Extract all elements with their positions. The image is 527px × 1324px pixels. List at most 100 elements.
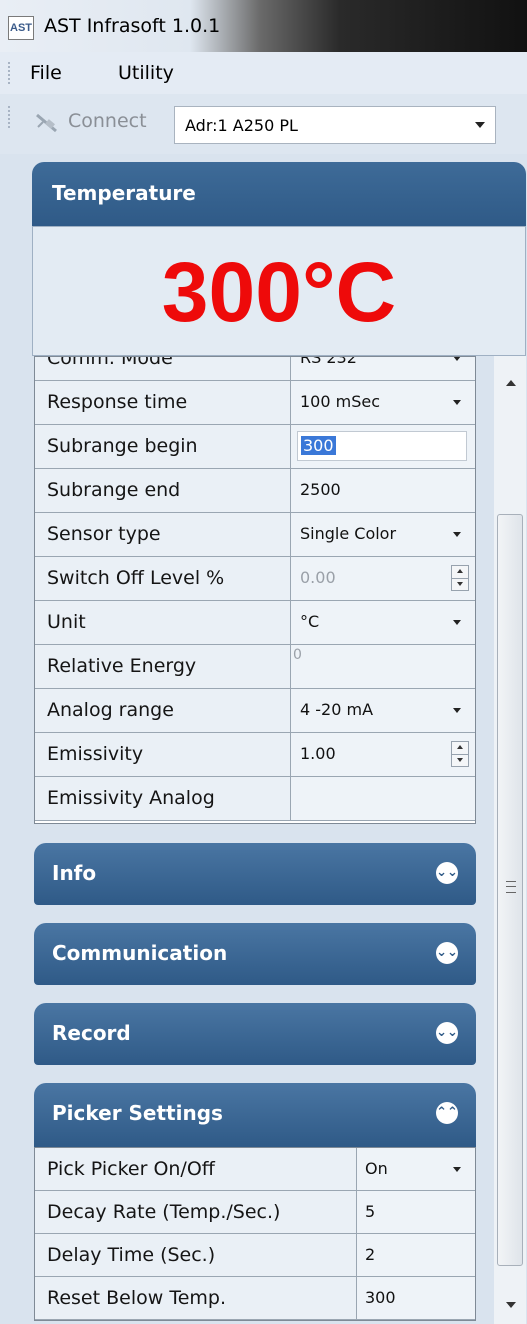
plug-icon <box>36 113 57 133</box>
property-name: Decay Rate (Temp./Sec.) <box>35 1191 357 1233</box>
property-value: 100 mSec <box>300 392 381 411</box>
property-row-unit[interactable]: Unit °C <box>35 601 475 645</box>
menu-bar: File Utility <box>0 52 527 94</box>
chevron-down-icon[interactable] <box>453 620 461 625</box>
app-logo-icon: AST <box>8 16 34 40</box>
property-name: Analog range <box>35 689 291 732</box>
property-value-cell[interactable]: 4 -20 mA <box>291 689 475 732</box>
property-row-comm-mode[interactable]: Comm. Mode RS 232 <box>35 356 475 381</box>
expand-chevron-icon[interactable]: ⌄⌄ <box>436 1022 458 1044</box>
chevron-down-icon[interactable] <box>453 1167 461 1172</box>
address-value: Adr:1 A250 PL <box>185 116 298 135</box>
property-row-analog-range[interactable]: Analog range 4 -20 mA <box>35 689 475 733</box>
section-title: Picker Settings <box>52 1101 223 1125</box>
expand-chevron-icon[interactable]: ⌄⌄ <box>436 942 458 964</box>
section-picker-settings-header[interactable]: Picker Settings ⌃⌃ <box>34 1083 476 1147</box>
property-value: 0.00 <box>300 568 336 587</box>
temperature-panel-header: Temperature <box>32 162 526 226</box>
picker-settings-grid: Pick Picker On/Off On Decay Rate (Temp./… <box>34 1147 476 1321</box>
property-value-cell[interactable]: 2500 <box>291 469 475 512</box>
property-row-emissivity[interactable]: Emissivity 1.00 <box>35 733 475 777</box>
property-value: On <box>365 1159 388 1178</box>
chevron-down-icon[interactable] <box>453 357 461 361</box>
property-value-cell[interactable]: On <box>357 1148 475 1190</box>
connect-button[interactable]: Connect <box>68 110 147 132</box>
picker-row-on-off[interactable]: Pick Picker On/Off On <box>35 1148 475 1191</box>
collapse-chevron-icon[interactable]: ⌃⌃ <box>436 1102 458 1124</box>
property-value-cell <box>291 777 475 820</box>
property-name: Switch Off Level % <box>35 557 291 600</box>
section-title: Record <box>52 1021 131 1045</box>
property-name: Subrange begin <box>35 425 291 468</box>
picker-row-decay-rate[interactable]: Decay Rate (Temp./Sec.) 5 <box>35 1191 475 1234</box>
scrollbar-thumb[interactable] <box>497 514 523 1266</box>
property-value: °C <box>300 612 320 631</box>
property-value: 1.00 <box>300 744 336 763</box>
property-row-relative-energy[interactable]: Relative Energy 0 <box>35 645 475 689</box>
property-name: Relative Energy <box>35 645 291 688</box>
temperature-value: 300°C <box>161 245 397 339</box>
menu-grip-icon <box>8 62 14 84</box>
property-value: 300 <box>365 1288 396 1307</box>
scroll-down-arrow-icon[interactable] <box>506 1302 516 1308</box>
grip-icon <box>506 881 516 893</box>
property-value: 2 <box>365 1245 376 1264</box>
temperature-panel-title: Temperature <box>52 181 196 205</box>
subrange-begin-input[interactable]: 300 <box>297 431 467 461</box>
property-name: Emissivity <box>35 733 291 776</box>
property-value-cell[interactable]: 0.00 <box>291 557 475 600</box>
selected-text: 300 <box>301 436 336 455</box>
property-row-subrange-end[interactable]: Subrange end 2500 <box>35 469 475 513</box>
property-value-cell: 0 <box>291 645 475 688</box>
vertical-scrollbar[interactable] <box>494 356 526 1324</box>
menu-utility[interactable]: Utility <box>118 62 174 84</box>
property-value-cell[interactable]: 100 mSec <box>291 381 475 424</box>
property-name: Pick Picker On/Off <box>35 1148 357 1190</box>
picker-row-reset-below-temp[interactable]: Reset Below Temp. 300 <box>35 1277 475 1320</box>
scroll-up-arrow-icon[interactable] <box>506 380 516 386</box>
property-value: 5 <box>365 1202 376 1221</box>
property-name: Emissivity Analog <box>35 777 291 820</box>
address-dropdown[interactable]: Adr:1 A250 PL <box>174 106 496 144</box>
property-row-subrange-begin[interactable]: Subrange begin 300 <box>35 425 475 469</box>
property-value: 4 -20 mA <box>300 700 374 719</box>
chevron-down-icon[interactable] <box>453 708 461 713</box>
section-communication-header[interactable]: Communication ⌄⌄ <box>34 923 476 985</box>
spinner-icon[interactable] <box>451 565 469 591</box>
section-info-header[interactable]: Info ⌄⌄ <box>34 843 476 905</box>
property-value-cell[interactable]: 1.00 <box>291 733 475 776</box>
chevron-down-icon[interactable] <box>453 400 461 405</box>
property-value-cell[interactable]: 5 <box>357 1191 475 1233</box>
property-name: Delay Time (Sec.) <box>35 1234 357 1276</box>
section-record-header[interactable]: Record ⌄⌄ <box>34 1003 476 1065</box>
spinner-icon[interactable] <box>451 741 469 767</box>
temperature-display: 300°C <box>32 226 526 356</box>
expand-chevron-icon[interactable]: ⌄⌄ <box>436 862 458 884</box>
property-value-cell[interactable]: Single Color <box>291 513 475 556</box>
property-value: RS 232 <box>300 356 357 367</box>
chevron-down-icon <box>475 122 485 128</box>
property-grid: Comm. Mode RS 232 Response time 100 mSec… <box>34 356 476 824</box>
title-bar: AST AST Infrasoft 1.0.1 <box>0 0 527 52</box>
property-value-cell[interactable]: 300 <box>291 425 475 468</box>
chevron-down-icon[interactable] <box>453 532 461 537</box>
property-name: Comm. Mode <box>35 357 291 380</box>
property-name: Subrange end <box>35 469 291 512</box>
toolbar-grip-icon <box>8 106 14 128</box>
property-row-emissivity-analog[interactable]: Emissivity Analog <box>35 777 475 821</box>
picker-row-delay-time[interactable]: Delay Time (Sec.) 2 <box>35 1234 475 1277</box>
property-row-sensor-type[interactable]: Sensor type Single Color <box>35 513 475 557</box>
property-name: Response time <box>35 381 291 424</box>
property-row-response-time[interactable]: Response time 100 mSec <box>35 381 475 425</box>
window-title: AST Infrasoft 1.0.1 <box>44 15 221 37</box>
property-value-cell[interactable]: 2 <box>357 1234 475 1276</box>
section-title: Communication <box>52 941 228 965</box>
property-row-switch-off-level[interactable]: Switch Off Level % 0.00 <box>35 557 475 601</box>
menu-file[interactable]: File <box>30 62 62 84</box>
property-name: Unit <box>35 601 291 644</box>
property-value-cell[interactable]: °C <box>291 601 475 644</box>
property-name: Sensor type <box>35 513 291 556</box>
property-value-cell[interactable]: RS 232 <box>291 356 475 380</box>
property-value-cell[interactable]: 300 <box>357 1277 475 1319</box>
property-value: 0 <box>293 647 302 663</box>
